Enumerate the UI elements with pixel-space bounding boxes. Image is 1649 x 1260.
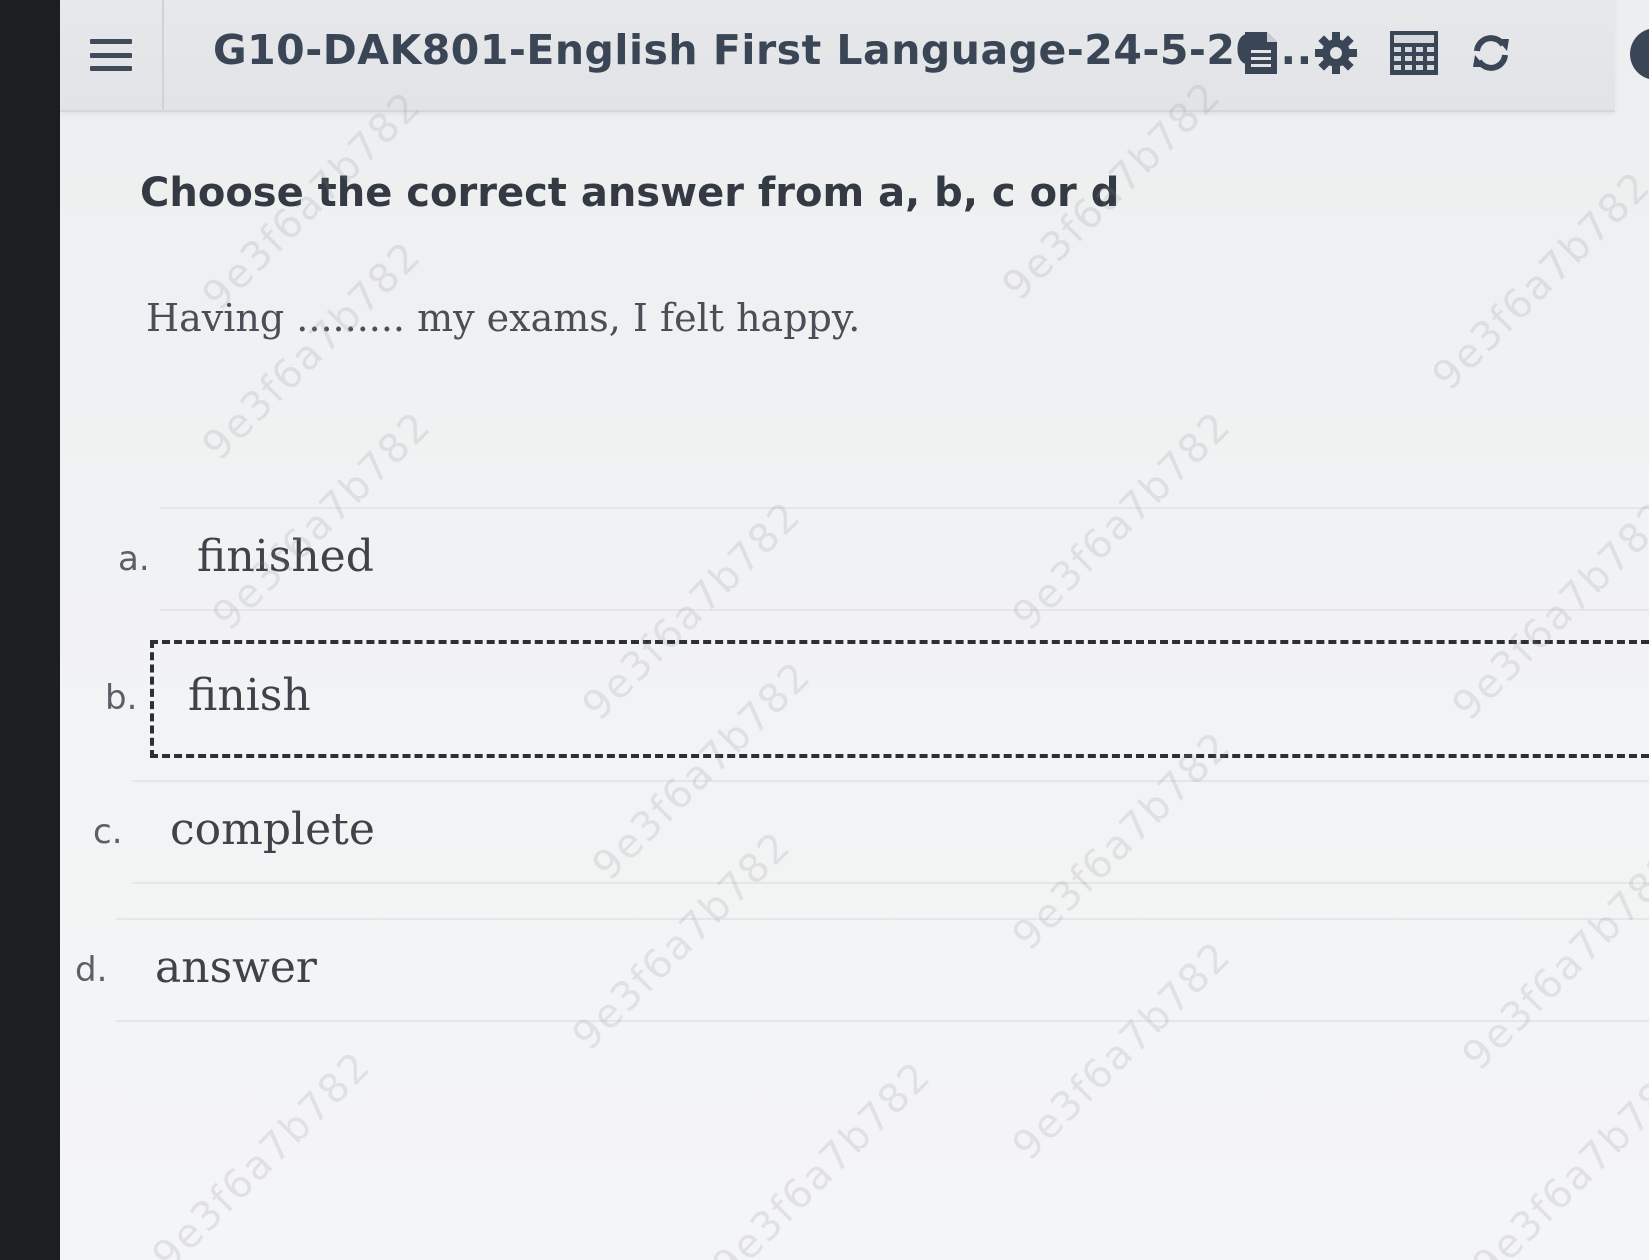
top-toolbar: G10-DAK801-English First Language-24-5-2… xyxy=(60,0,1649,112)
refresh-icon xyxy=(1473,35,1509,71)
option-c-letter: c. xyxy=(93,812,123,852)
option-a[interactable]: a. finished xyxy=(60,507,1649,611)
question-text: Having ......... my exams, I felt happy. xyxy=(146,296,861,340)
option-a-letter: a. xyxy=(118,539,150,579)
calculator-button[interactable] xyxy=(1388,30,1440,76)
exam-title: G10-DAK801-English First Language-24-5-2… xyxy=(213,26,1313,74)
option-a-box xyxy=(160,507,1649,611)
document-button[interactable] xyxy=(1238,30,1284,76)
profile-icon[interactable] xyxy=(1630,28,1649,80)
refresh-button[interactable] xyxy=(1468,30,1514,76)
option-d[interactable]: d. answer xyxy=(60,918,1649,1022)
instruction-text: Choose the correct answer from a, b, c o… xyxy=(140,170,1120,216)
settings-button[interactable] xyxy=(1313,30,1359,76)
option-c-text: complete xyxy=(170,804,375,855)
option-b-text: finish xyxy=(188,670,311,721)
calculator-icon xyxy=(1390,31,1438,75)
exam-screen: G10-DAK801-English First Language-24-5-2… xyxy=(60,0,1649,1260)
gear-icon xyxy=(1315,32,1357,74)
option-b[interactable]: b. finish xyxy=(60,640,1649,758)
option-d-box xyxy=(116,918,1649,1022)
option-b-letter: b. xyxy=(105,678,138,718)
hamburger-menu-icon xyxy=(90,39,132,71)
document-icon xyxy=(1245,32,1277,74)
option-d-letter: d. xyxy=(75,950,108,990)
menu-button[interactable] xyxy=(60,0,164,110)
option-d-text: answer xyxy=(155,942,317,993)
question-panel: Choose the correct answer from a, b, c o… xyxy=(60,110,1649,1260)
option-b-selection-box xyxy=(150,640,1649,758)
option-c[interactable]: c. complete xyxy=(60,780,1649,884)
option-a-text: finished xyxy=(197,531,374,582)
